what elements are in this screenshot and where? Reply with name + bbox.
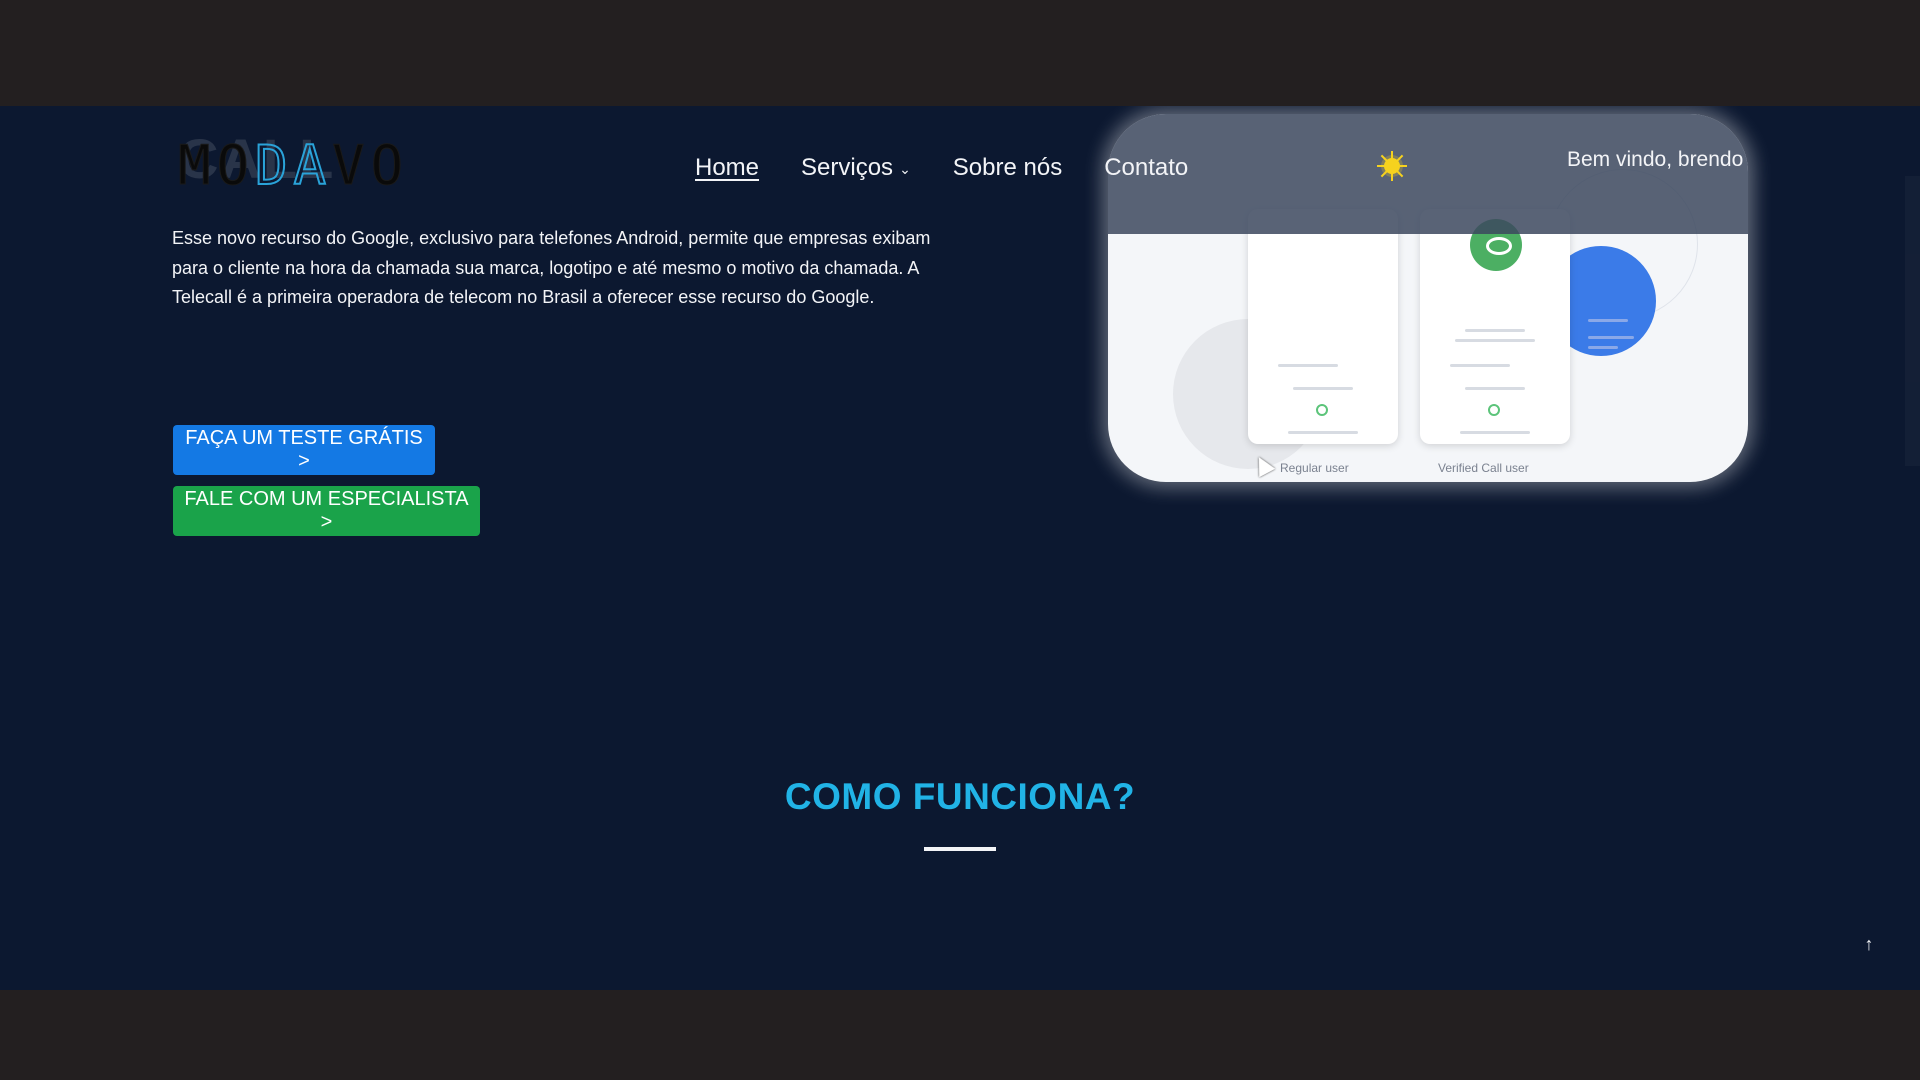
- free-trial-button[interactable]: FAÇA UM TESTE GRÁTIS >: [173, 425, 435, 475]
- letterbox-top: [0, 0, 1920, 106]
- nav-contato-label: Contato: [1104, 154, 1189, 181]
- section-title-how-it-works: COMO FUNCIONA?: [784, 776, 1136, 817]
- sun-icon: [1377, 151, 1407, 181]
- arrow-up-icon: ↑: [1864, 933, 1874, 954]
- phone-mockup-regular: [1248, 209, 1398, 444]
- nav-sobre-nos-label: Sobre nós: [952, 154, 1063, 181]
- title-underline: [924, 847, 996, 851]
- site-logo[interactable]: CALL MO DA VO: [177, 127, 488, 198]
- nav-sobre-nos[interactable]: Sobre nós: [953, 154, 1062, 182]
- talk-to-specialist-button[interactable]: FALE COM UM ESPECIALISTA >: [173, 486, 480, 536]
- nav-home-label: Home: [695, 154, 760, 181]
- nav-servicos[interactable]: Serviços ⌄: [801, 154, 911, 182]
- header-overlay: [1108, 114, 1748, 234]
- hero-intro-text: Esse novo recurso do Google, exclusivo p…: [172, 228, 931, 307]
- main-nav: Home Serviços ⌄ Sobre nós Contato: [695, 154, 1188, 182]
- nav-contato[interactable]: Contato: [1104, 154, 1188, 182]
- welcome-user-text[interactable]: Bem vindo, brendo: [1567, 148, 1743, 172]
- illustration-text-line: [1588, 336, 1634, 339]
- scroll-to-top-button[interactable]: ↑: [1858, 932, 1880, 956]
- label-regular-user: Regular user: [1280, 461, 1349, 475]
- website-viewport: Regular user Verified Call user CALL MO D…: [0, 106, 1920, 990]
- logo-wordmark: MO DA VO: [177, 133, 410, 198]
- letterbox-bottom: [0, 990, 1920, 1080]
- nav-home[interactable]: Home: [695, 154, 759, 182]
- illustration-text-line: [1588, 319, 1628, 322]
- chevron-down-icon: ⌄: [899, 160, 911, 177]
- illustration-text-line: [1588, 346, 1618, 349]
- theme-toggle-button[interactable]: [1374, 148, 1410, 184]
- scrollbar-track: [1905, 176, 1920, 466]
- nav-servicos-label: Serviços: [801, 154, 894, 181]
- label-verified-user: Verified Call user: [1438, 461, 1529, 475]
- phone-mockup-verified: [1420, 209, 1570, 444]
